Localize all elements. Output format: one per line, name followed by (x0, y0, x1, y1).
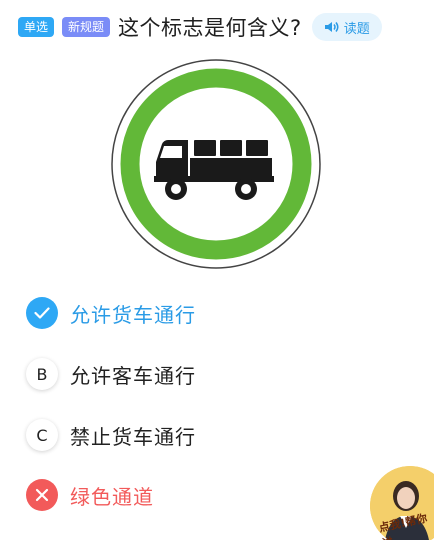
option-d-text: 绿色通道 (70, 484, 154, 509)
single-choice-tag: 单选 (18, 17, 55, 37)
option-b[interactable]: B 允许客车通行 (26, 357, 196, 391)
option-c-badge: C (26, 419, 58, 451)
question-text: 这个标志是何含义? (118, 16, 302, 40)
option-c-text: 禁止货车通行 (70, 424, 196, 449)
read-question-button[interactable]: 读题 (311, 13, 382, 41)
cross-icon (26, 479, 58, 511)
check-icon (26, 297, 58, 329)
road-sign (111, 59, 321, 269)
option-b-text: 允许客车通行 (70, 363, 196, 388)
new-rule-tag: 新规题 (62, 17, 111, 37)
speaker-icon (324, 22, 339, 32)
question-header: 单选 新规题 这个标志是何含义? 读题 (18, 12, 382, 42)
read-question-label: 读题 (343, 21, 370, 37)
option-a-text: 允许货车通行 (70, 302, 196, 327)
option-c[interactable]: C 禁止货车通行 (26, 418, 196, 452)
option-d[interactable]: 绿色通道 (26, 478, 154, 512)
option-a[interactable]: 允许货车通行 (26, 296, 196, 330)
option-b-badge: B (26, 358, 58, 390)
